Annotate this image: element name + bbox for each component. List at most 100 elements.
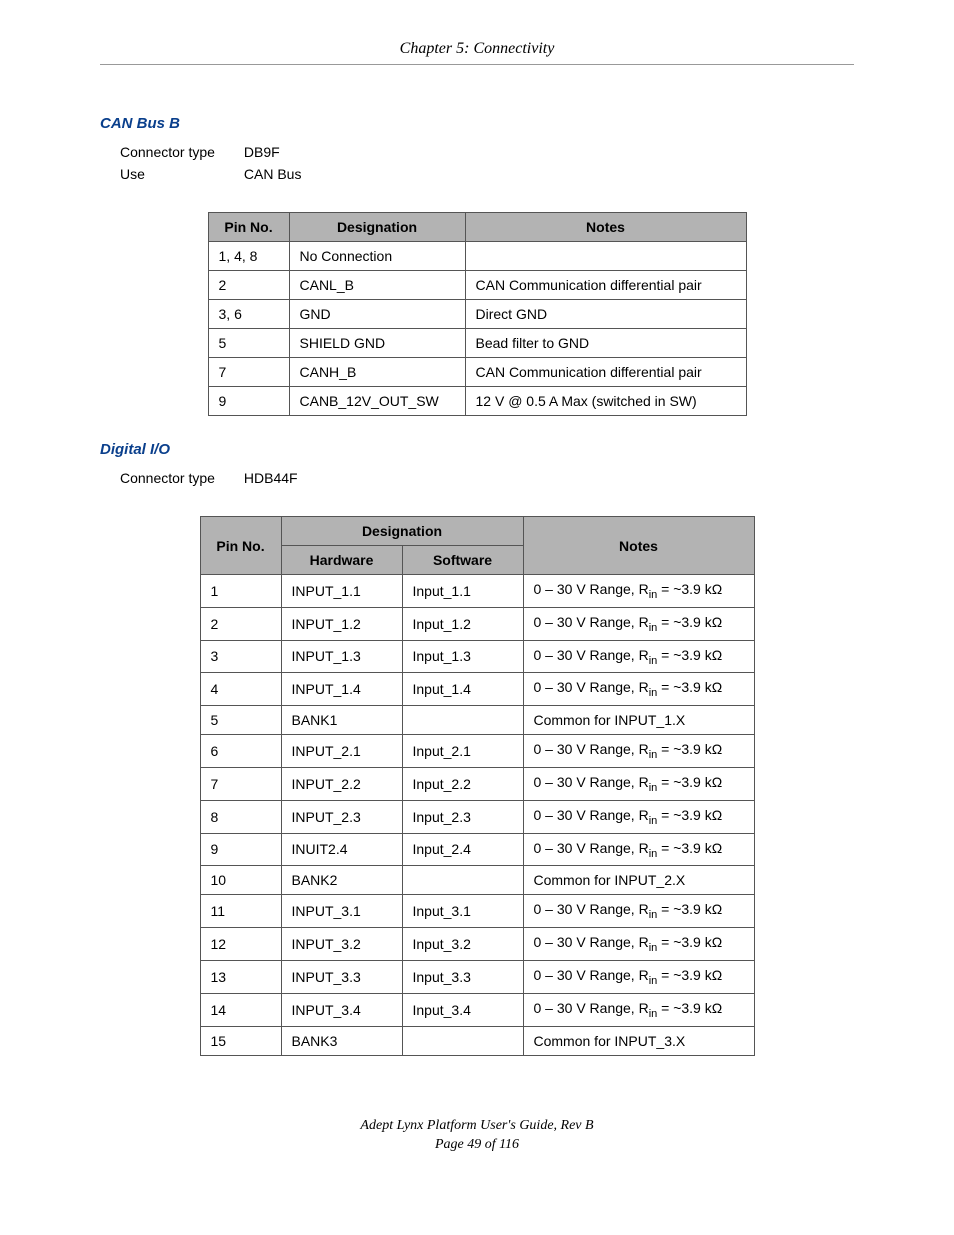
cell: 0 – 30 V Range, Rin = ~3.9 kΩ xyxy=(523,640,754,673)
cell: INPUT_3.1 xyxy=(281,895,402,928)
cell: Bead filter to GND xyxy=(465,329,746,358)
table-row: 15BANK3Common for INPUT_3.X xyxy=(200,1026,754,1055)
cell: 0 – 30 V Range, Rin = ~3.9 kΩ xyxy=(523,993,754,1026)
cell: INPUT_3.3 xyxy=(281,960,402,993)
cell: 2 xyxy=(208,271,289,300)
cell: 1 xyxy=(200,575,281,608)
cell: 10 xyxy=(200,866,281,895)
cell: Common for INPUT_1.X xyxy=(523,706,754,735)
cell: CANH_B xyxy=(289,358,465,387)
table-row: 12INPUT_3.2Input_3.20 – 30 V Range, Rin … xyxy=(200,928,754,961)
cell: BANK1 xyxy=(281,706,402,735)
kv-value: CAN Bus xyxy=(244,166,302,182)
cell: 11 xyxy=(200,895,281,928)
cell: 12 V @ 0.5 A Max (switched in SW) xyxy=(465,387,746,416)
table-row: 14INPUT_3.4Input_3.40 – 30 V Range, Rin … xyxy=(200,993,754,1026)
table-row: 6INPUT_2.1Input_2.10 – 30 V Range, Rin =… xyxy=(200,735,754,768)
table-row: 13INPUT_3.3Input_3.30 – 30 V Range, Rin … xyxy=(200,960,754,993)
th-designation: Designation xyxy=(289,213,465,242)
table-row: 8INPUT_2.3Input_2.30 – 30 V Range, Rin =… xyxy=(200,800,754,833)
cell: INPUT_2.2 xyxy=(281,767,402,800)
th-hardware: Hardware xyxy=(281,546,402,575)
cell: Input_3.4 xyxy=(402,993,523,1026)
th-designation: Designation xyxy=(281,517,523,546)
table-row: 9CANB_12V_OUT_SW12 V @ 0.5 A Max (switch… xyxy=(208,387,746,416)
cell: INPUT_1.3 xyxy=(281,640,402,673)
table-row: 2CANL_BCAN Communication differential pa… xyxy=(208,271,746,300)
cell: Input_3.3 xyxy=(402,960,523,993)
cell: Input_2.2 xyxy=(402,767,523,800)
cell: CAN Communication differential pair xyxy=(465,271,746,300)
table-row: 3, 6GNDDirect GND xyxy=(208,300,746,329)
cell: 5 xyxy=(200,706,281,735)
cell: 8 xyxy=(200,800,281,833)
cell: 0 – 30 V Range, Rin = ~3.9 kΩ xyxy=(523,735,754,768)
kv-row: Connector type DB9F xyxy=(100,144,854,160)
cell: 15 xyxy=(200,1026,281,1055)
cell: 13 xyxy=(200,960,281,993)
kv-label: Connector type xyxy=(120,144,240,160)
cell: Input_1.2 xyxy=(402,607,523,640)
th-software: Software xyxy=(402,546,523,575)
section-can-bus-b: CAN Bus B Connector type DB9F Use CAN Bu… xyxy=(100,115,854,416)
th-notes: Notes xyxy=(465,213,746,242)
cell: 9 xyxy=(208,387,289,416)
cell: 7 xyxy=(208,358,289,387)
cell: 0 – 30 V Range, Rin = ~3.9 kΩ xyxy=(523,575,754,608)
cell: INPUT_2.3 xyxy=(281,800,402,833)
cell: INPUT_2.1 xyxy=(281,735,402,768)
cell: 0 – 30 V Range, Rin = ~3.9 kΩ xyxy=(523,960,754,993)
table-row: 1, 4, 8No Connection xyxy=(208,242,746,271)
section-heading: CAN Bus B xyxy=(100,115,854,132)
cell: Input_2.1 xyxy=(402,735,523,768)
table-row: 5BANK1 Common for INPUT_1.X xyxy=(200,706,754,735)
kv-label: Connector type xyxy=(120,470,240,486)
cell: 3, 6 xyxy=(208,300,289,329)
can-bus-table: Pin No. Designation Notes 1, 4, 8No Conn… xyxy=(208,212,747,416)
cell: 7 xyxy=(200,767,281,800)
cell: Input_1.3 xyxy=(402,640,523,673)
cell: 12 xyxy=(200,928,281,961)
cell: Input_2.3 xyxy=(402,800,523,833)
table-row: 9INUIT2.4Input_2.40 – 30 V Range, Rin = … xyxy=(200,833,754,866)
table-row: 11INPUT_3.1Input_3.10 – 30 V Range, Rin … xyxy=(200,895,754,928)
cell: 6 xyxy=(200,735,281,768)
kv-label: Use xyxy=(120,166,240,182)
cell: CANL_B xyxy=(289,271,465,300)
cell xyxy=(402,1026,523,1055)
section-heading: Digital I/O xyxy=(100,441,854,458)
cell: 14 xyxy=(200,993,281,1026)
cell: Input_1.4 xyxy=(402,673,523,706)
cell: 0 – 30 V Range, Rin = ~3.9 kΩ xyxy=(523,928,754,961)
th-notes: Notes xyxy=(523,517,754,575)
cell xyxy=(402,866,523,895)
cell: 0 – 30 V Range, Rin = ~3.9 kΩ xyxy=(523,800,754,833)
cell: INPUT_1.2 xyxy=(281,607,402,640)
table-row: 7INPUT_2.2Input_2.20 – 30 V Range, Rin =… xyxy=(200,767,754,800)
cell: 9 xyxy=(200,833,281,866)
cell: 0 – 30 V Range, Rin = ~3.9 kΩ xyxy=(523,673,754,706)
cell: 0 – 30 V Range, Rin = ~3.9 kΩ xyxy=(523,607,754,640)
cell xyxy=(402,706,523,735)
kv-row: Connector type HDB44F xyxy=(100,470,854,486)
footer-title: Adept Lynx Platform User's Guide, Rev B xyxy=(100,1116,854,1136)
table-row: 5SHIELD GNDBead filter to GND xyxy=(208,329,746,358)
cell: Input_3.2 xyxy=(402,928,523,961)
cell: INPUT_3.2 xyxy=(281,928,402,961)
kv-row: Use CAN Bus xyxy=(100,166,854,182)
cell: 4 xyxy=(200,673,281,706)
cell: CANB_12V_OUT_SW xyxy=(289,387,465,416)
cell: Direct GND xyxy=(465,300,746,329)
page-footer: Adept Lynx Platform User's Guide, Rev B … xyxy=(100,1116,854,1155)
cell: 0 – 30 V Range, Rin = ~3.9 kΩ xyxy=(523,833,754,866)
digital-io-table: Pin No. Designation Notes Hardware Softw… xyxy=(200,516,755,1056)
cell: 0 – 30 V Range, Rin = ~3.9 kΩ xyxy=(523,895,754,928)
table-row: 4INPUT_1.4Input_1.40 – 30 V Range, Rin =… xyxy=(200,673,754,706)
kv-value: DB9F xyxy=(244,144,280,160)
th-pin-no: Pin No. xyxy=(208,213,289,242)
cell xyxy=(465,242,746,271)
cell: Common for INPUT_3.X xyxy=(523,1026,754,1055)
cell: CAN Communication differential pair xyxy=(465,358,746,387)
footer-page: Page 49 of 116 xyxy=(100,1135,854,1155)
cell: BANK2 xyxy=(281,866,402,895)
